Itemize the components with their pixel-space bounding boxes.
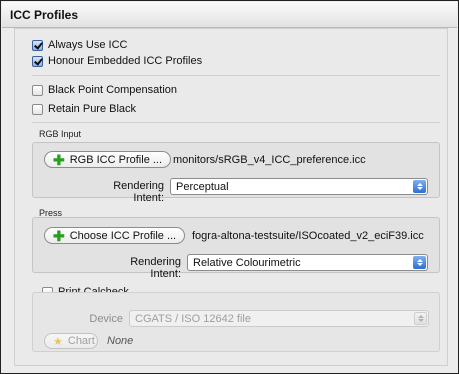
- press-rendering-intent-select[interactable]: Relative Colourimetric: [187, 254, 428, 271]
- rgb-icc-profile-button[interactable]: ✚ RGB ICC Profile ...: [44, 151, 172, 168]
- device-select[interactable]: CGATS / ISO 12642 file: [129, 310, 429, 327]
- choose-icc-profile-button[interactable]: ✚ Choose ICC Profile ...: [44, 227, 186, 244]
- black-point-label: Black Point Compensation: [48, 84, 178, 96]
- always-use-icc-checkbox[interactable]: [32, 39, 43, 51]
- rgb-input-box: ✚ RGB ICC Profile ... monitors/sRGB_v4_I…: [32, 142, 440, 204]
- chart-value: None: [107, 335, 134, 347]
- rgb-rendering-intent-value: Perceptual: [176, 180, 229, 193]
- retain-black-checkbox[interactable]: [32, 103, 43, 115]
- chart-button[interactable]: ★ Chart: [44, 333, 98, 349]
- always-use-icc-option[interactable]: Always Use ICC: [32, 37, 127, 53]
- separator: [32, 75, 440, 76]
- retain-black-label: Retain Pure Black: [48, 103, 137, 115]
- honour-embedded-checkbox[interactable]: [32, 55, 43, 67]
- honour-embedded-option[interactable]: Honour Embedded ICC Profiles: [32, 53, 202, 69]
- device-label: Device: [89, 313, 123, 325]
- plus-icon: ✚: [53, 227, 65, 244]
- rgb-input-section-label: RGB Input: [39, 129, 82, 139]
- updown-arrows-icon: [413, 180, 426, 193]
- press-profile-path: fogra-altona-testsuite/ISOcoated_v2_eciF…: [192, 230, 424, 242]
- always-use-icc-label: Always Use ICC: [48, 39, 128, 51]
- plus-icon: ✚: [53, 151, 65, 168]
- separator: [32, 122, 440, 123]
- chart-button-label: Chart: [67, 335, 95, 347]
- panel-content: Always Use ICC Honour Embedded ICC Profi…: [14, 28, 448, 366]
- rgb-rendering-intent-select[interactable]: Perceptual: [170, 178, 428, 195]
- icc-profiles-panel: ICC Profiles Always Use ICC Honour Embed…: [0, 0, 459, 374]
- panel-title: ICC Profiles: [10, 8, 79, 22]
- rgb-rendering-intent-label: Rendering Intent:: [113, 180, 164, 204]
- honour-embedded-label: Honour Embedded ICC Profiles: [48, 55, 203, 67]
- calcheck-box: Device CGATS / ISO 12642 file ★ Chart No…: [32, 292, 440, 352]
- black-point-option[interactable]: Black Point Compensation: [32, 82, 177, 98]
- star-icon: ★: [53, 335, 63, 348]
- updown-arrows-icon: [414, 312, 427, 325]
- updown-arrows-icon: [413, 256, 426, 269]
- press-box: ✚ Choose ICC Profile ... fogra-altona-te…: [32, 217, 440, 280]
- press-rendering-intent-value: Relative Colourimetric: [193, 256, 301, 269]
- panel-header: ICC Profiles: [2, 2, 457, 28]
- rgb-profile-path: monitors/sRGB_v4_ICC_preference.icc: [173, 154, 366, 166]
- press-rendering-intent-label: Rendering Intent:: [130, 256, 181, 280]
- device-value: CGATS / ISO 12642 file: [135, 312, 251, 325]
- choose-icc-profile-button-label: Choose ICC Profile ...: [69, 229, 177, 242]
- retain-black-option[interactable]: Retain Pure Black: [32, 101, 136, 117]
- black-point-checkbox[interactable]: [32, 84, 43, 96]
- rgb-icc-profile-button-label: RGB ICC Profile ...: [69, 153, 163, 166]
